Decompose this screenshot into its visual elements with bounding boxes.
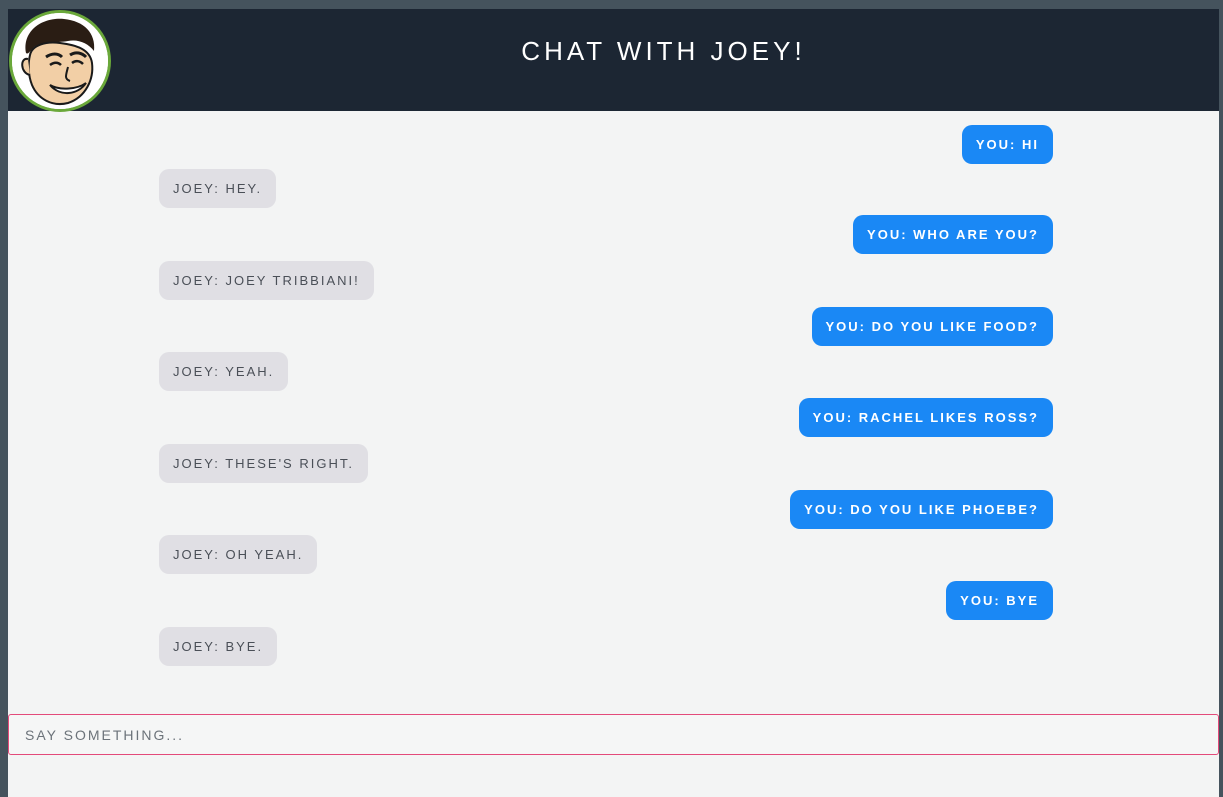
chat-app: CHAT WITH JOEY! YOU: HI JOEY: HEY. YOU: …	[8, 9, 1219, 797]
message-you: YOU: HI	[961, 125, 1053, 164]
message-joey: JOEY: YEAH.	[159, 352, 289, 391]
composer	[8, 714, 1219, 755]
message-you: YOU: RACHEL LIKES ROSS?	[798, 398, 1053, 437]
message-joey: JOEY: HEY.	[159, 169, 277, 208]
message-joey: JOEY: JOEY TRIBBIANI!	[159, 261, 374, 300]
message-input[interactable]	[9, 715, 1218, 754]
message-you: YOU: DO YOU LIKE PHOEBE?	[790, 490, 1053, 529]
message-list: YOU: HI JOEY: HEY. YOU: WHO ARE YOU? JOE…	[8, 111, 1219, 711]
message-you: YOU: DO YOU LIKE FOOD?	[811, 307, 1053, 346]
message-you: YOU: WHO ARE YOU?	[853, 215, 1053, 254]
header: CHAT WITH JOEY!	[8, 9, 1219, 112]
page-title: CHAT WITH JOEY!	[521, 36, 806, 66]
message-you: YOU: BYE	[946, 581, 1053, 620]
message-joey: JOEY: THESE'S RIGHT.	[159, 444, 368, 483]
message-joey: JOEY: BYE.	[159, 627, 278, 666]
message-joey: JOEY: OH YEAH.	[159, 535, 318, 574]
